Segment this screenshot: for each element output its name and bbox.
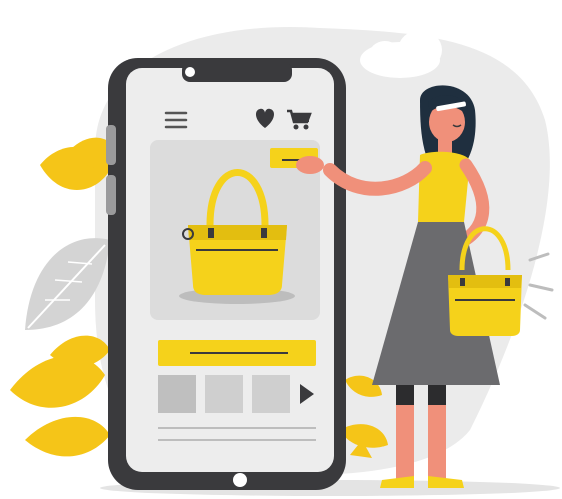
home-button[interactable]	[233, 473, 247, 487]
phone-notch	[182, 62, 292, 82]
thumbnail-2[interactable]	[205, 375, 243, 413]
phone-side-button[interactable]	[106, 125, 116, 165]
phone-side-button-2[interactable]	[106, 175, 116, 215]
thumbnail-1[interactable]	[158, 375, 196, 413]
front-camera	[185, 67, 195, 77]
thumbnail-3[interactable]	[252, 375, 290, 413]
online-shopping-illustration	[10, 27, 560, 496]
